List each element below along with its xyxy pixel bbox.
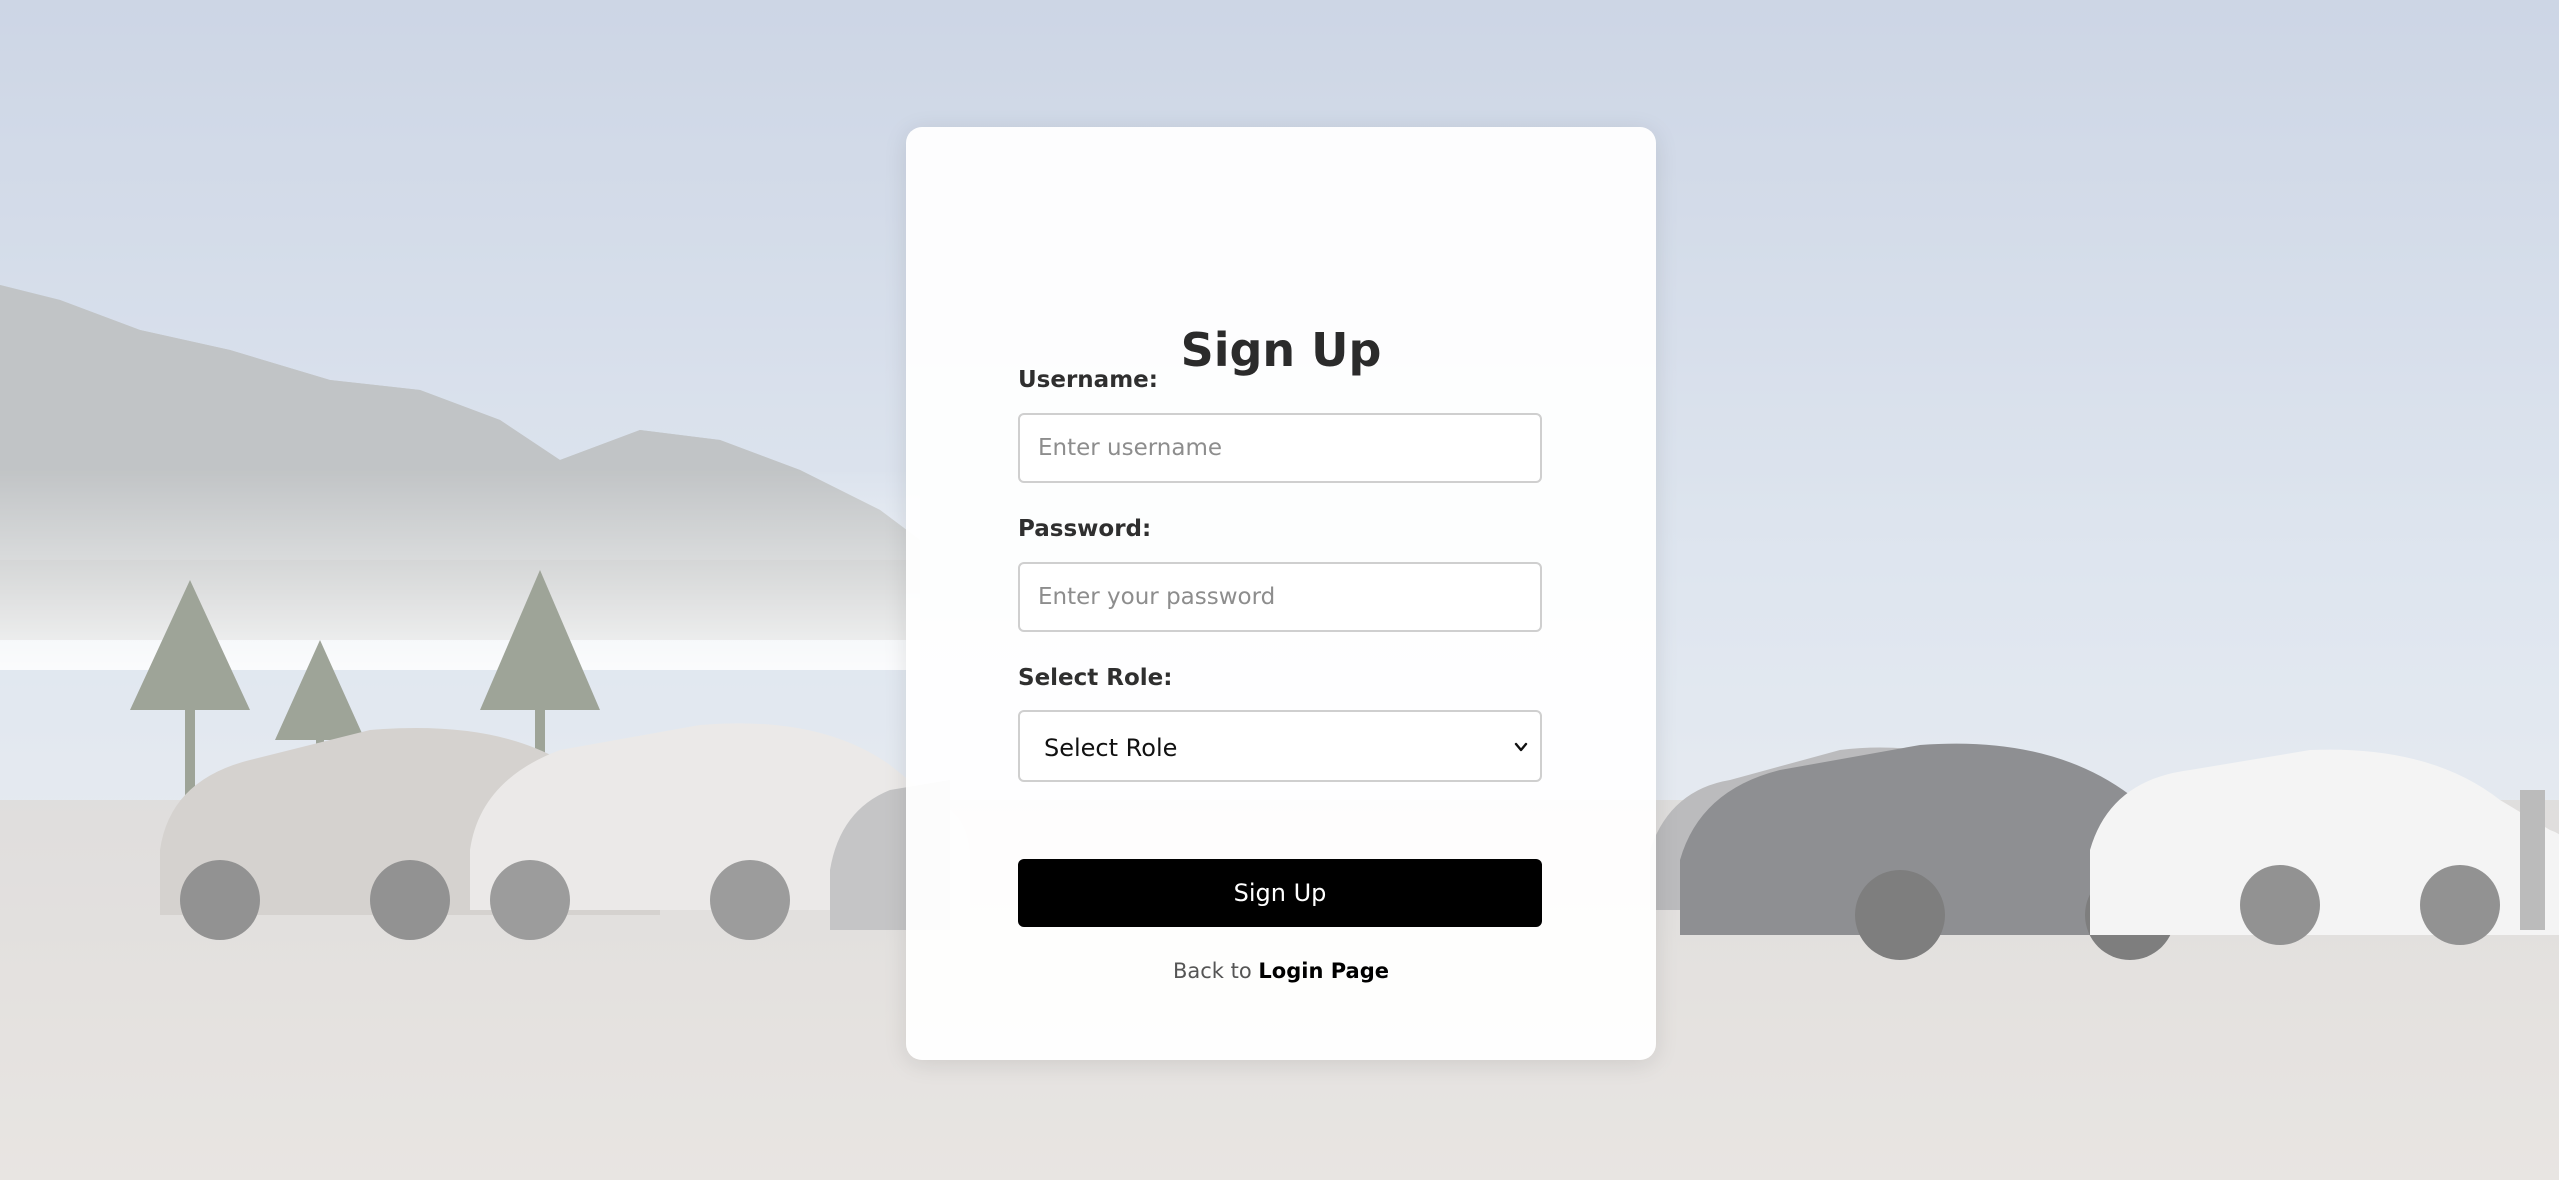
password-input[interactable] bbox=[1018, 562, 1542, 632]
username-label: Username: bbox=[1018, 367, 1158, 393]
password-label: Password: bbox=[1018, 516, 1152, 542]
role-select[interactable]: Select Role bbox=[1018, 710, 1542, 782]
back-to-login: Back to Login Page bbox=[906, 959, 1656, 983]
username-input[interactable] bbox=[1018, 413, 1542, 483]
signup-button[interactable]: Sign Up bbox=[1018, 859, 1542, 927]
login-page-link[interactable]: Login Page bbox=[1258, 959, 1389, 983]
role-select-value: Select Role bbox=[1044, 734, 1178, 762]
role-label: Select Role: bbox=[1018, 665, 1173, 691]
back-prefix-text: Back to bbox=[1172, 959, 1252, 983]
chevron-down-icon bbox=[1514, 742, 1528, 752]
